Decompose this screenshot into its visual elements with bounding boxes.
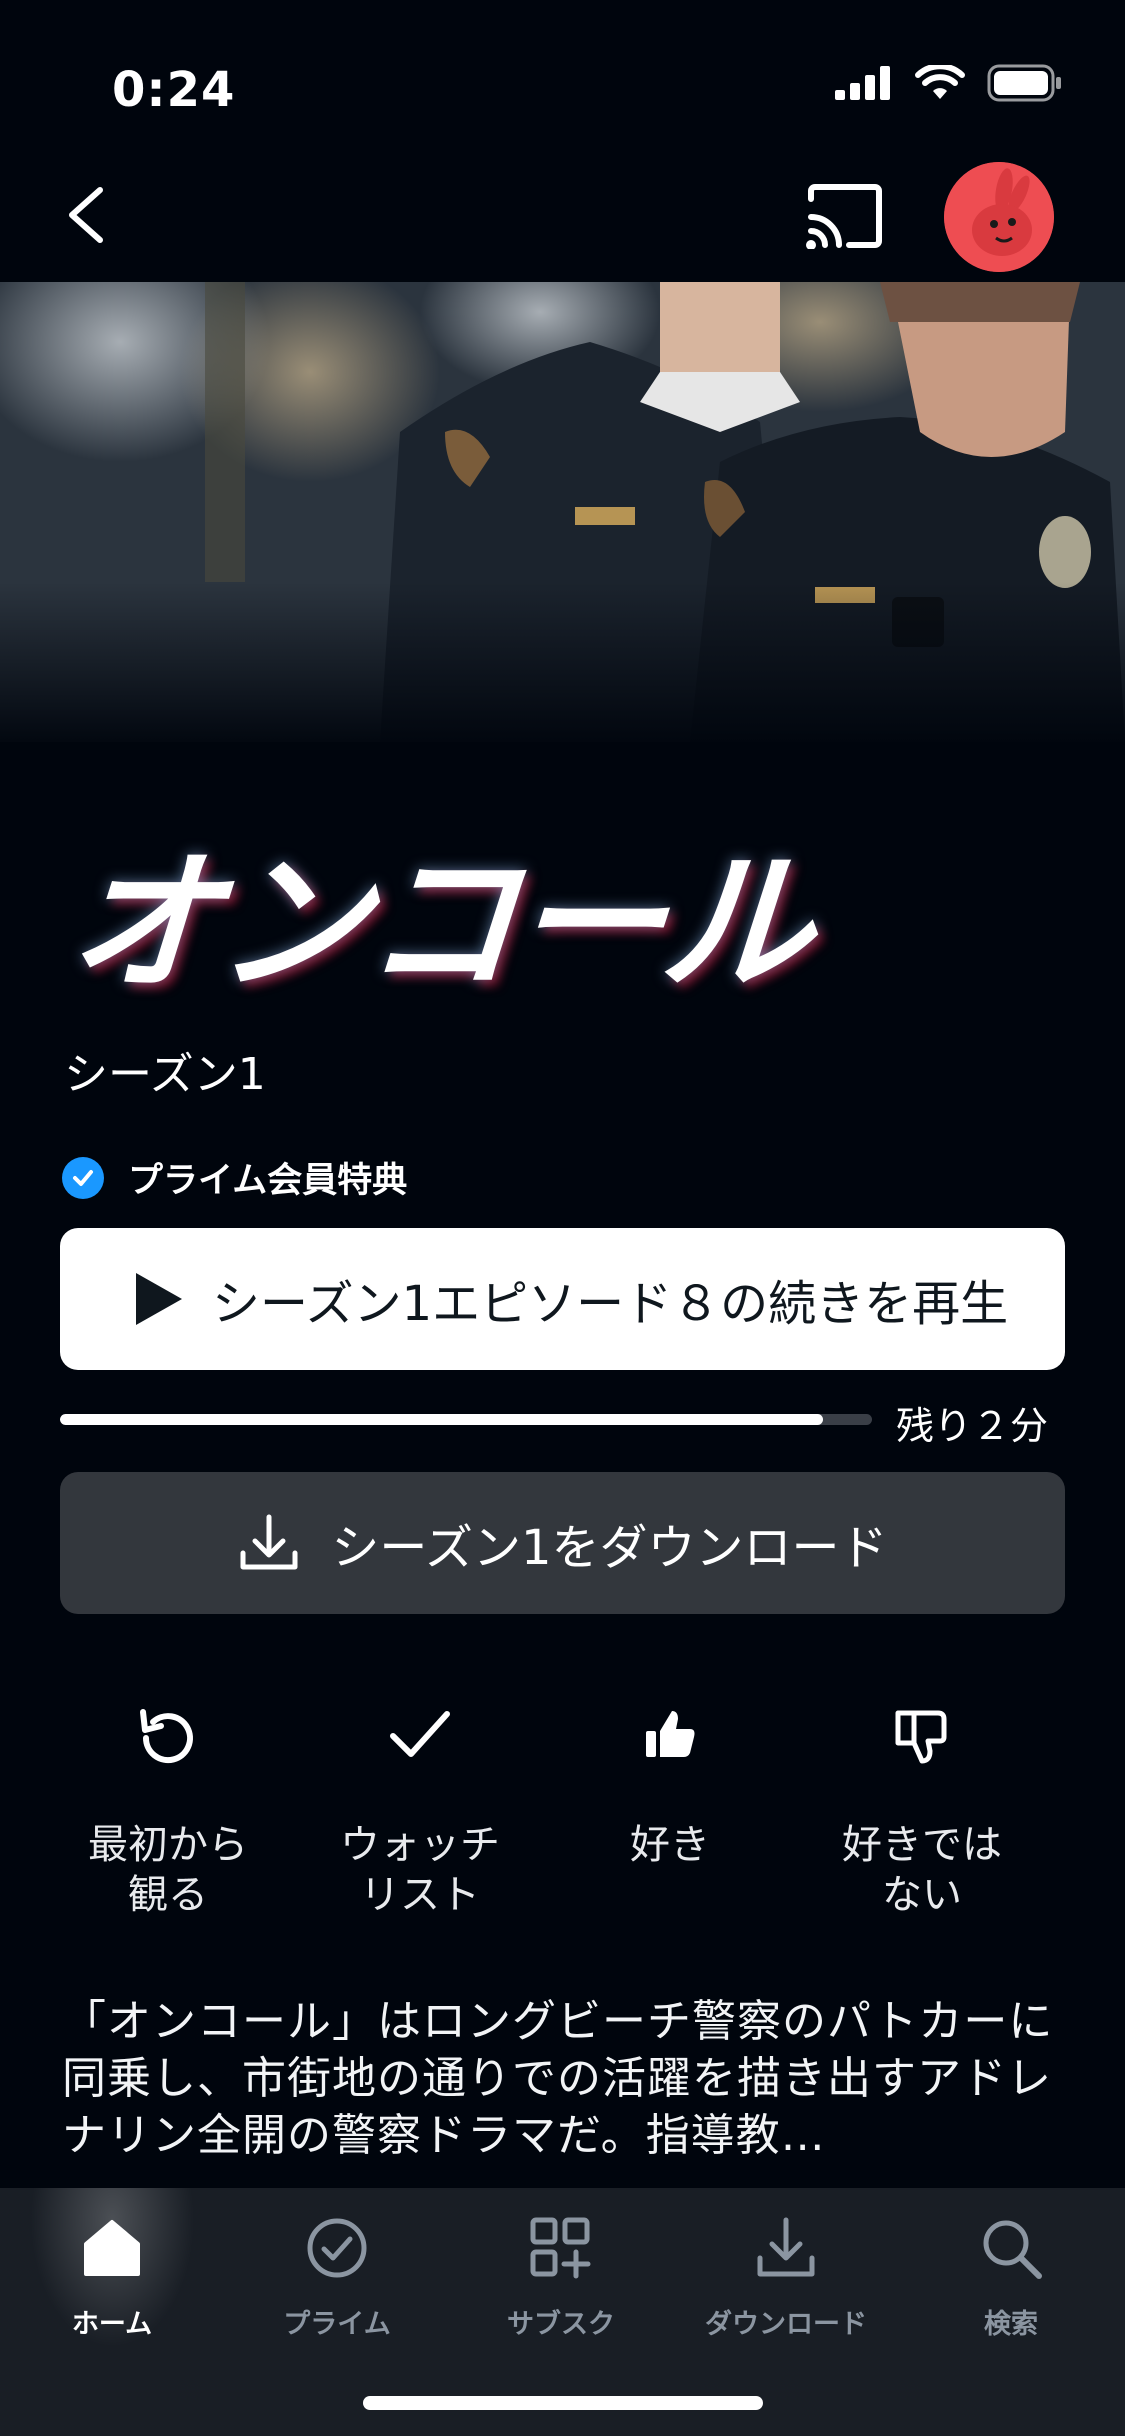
like-label: 好き [630,1822,710,1868]
start-over-label: 最初から 観る [88,1822,248,1918]
show-title-logo: オンコール [62,835,816,1012]
tab-downloads-label: ダウンロード [705,2309,867,2340]
cast-icon [806,184,882,250]
tab-home-label: ホーム [71,2309,153,2340]
dislike-button[interactable]: 好きでは ない [802,1700,1042,1920]
hero-fade [0,582,1125,752]
resume-play-button[interactable]: シーズン1エピソード８の続きを再生 [60,1228,1065,1370]
profile-avatar[interactable] [944,162,1054,272]
watchlist-button[interactable]: ウォッチ リスト [300,1700,540,1920]
tab-downloads[interactable]: ダウンロード [691,2210,881,2341]
download-icon [754,2210,818,2286]
download-icon [240,1514,298,1570]
like-button[interactable]: 好き [550,1700,790,1870]
tab-subscriptions[interactable]: サブスク [466,2210,656,2341]
cellular-signal-icon [835,66,890,100]
bunny-avatar-icon [944,162,1054,272]
prime-benefit-label: プライム会員特典 [128,1161,408,1201]
wifi-icon [915,65,965,99]
prime-benefit-badge: プライム会員特典 [62,1152,407,1203]
show-description[interactable]: 「オンコール」はロングビーチ警察のパトカーに同乗し、市街地の通りでの活躍を描き出… [62,1993,1072,2164]
thumbs-up-icon [640,1700,700,1770]
checkmark-badge-icon [62,1156,104,1199]
download-season-button[interactable]: シーズン1をダウンロード [60,1472,1065,1614]
time-remaining: 残り２分 [896,1404,1049,1448]
checkmark-icon [385,1700,455,1770]
season-label: シーズン1 [64,1049,266,1100]
status-icons [835,64,1063,102]
subscriptions-grid-icon [529,2210,593,2286]
home-indicator [363,2396,763,2410]
watchlist-label: ウォッチ リスト [340,1822,500,1918]
tab-home[interactable]: ホーム [17,2210,207,2341]
watch-progress-bar [60,1414,872,1425]
tab-search-label: 検索 [984,2309,1038,2340]
tab-prime[interactable]: プライム [242,2210,432,2341]
tab-subscriptions-label: サブスク [507,2309,615,2340]
thumbs-down-icon [892,1700,952,1770]
watch-progress-fill [60,1414,824,1425]
play-icon [136,1273,182,1325]
home-icon [80,2210,144,2286]
tab-search[interactable]: 検索 [916,2210,1106,2341]
back-arrow-icon [69,187,103,243]
restart-icon [133,1700,203,1770]
prime-check-icon [305,2210,369,2286]
cast-button[interactable] [805,183,885,250]
back-button[interactable] [60,180,120,250]
battery-icon [987,64,1061,102]
resume-play-label: シーズン1エピソード８の続きを再生 [212,1276,1009,1332]
dislike-label: 好きでは ない [842,1822,1002,1918]
status-time: 0:24 [112,62,236,118]
search-icon [979,2210,1043,2286]
download-season-label: シーズン1をダウンロード [331,1520,888,1576]
start-over-button[interactable]: 最初から 観る [48,1700,288,1920]
tab-prime-label: プライム [283,2309,391,2340]
